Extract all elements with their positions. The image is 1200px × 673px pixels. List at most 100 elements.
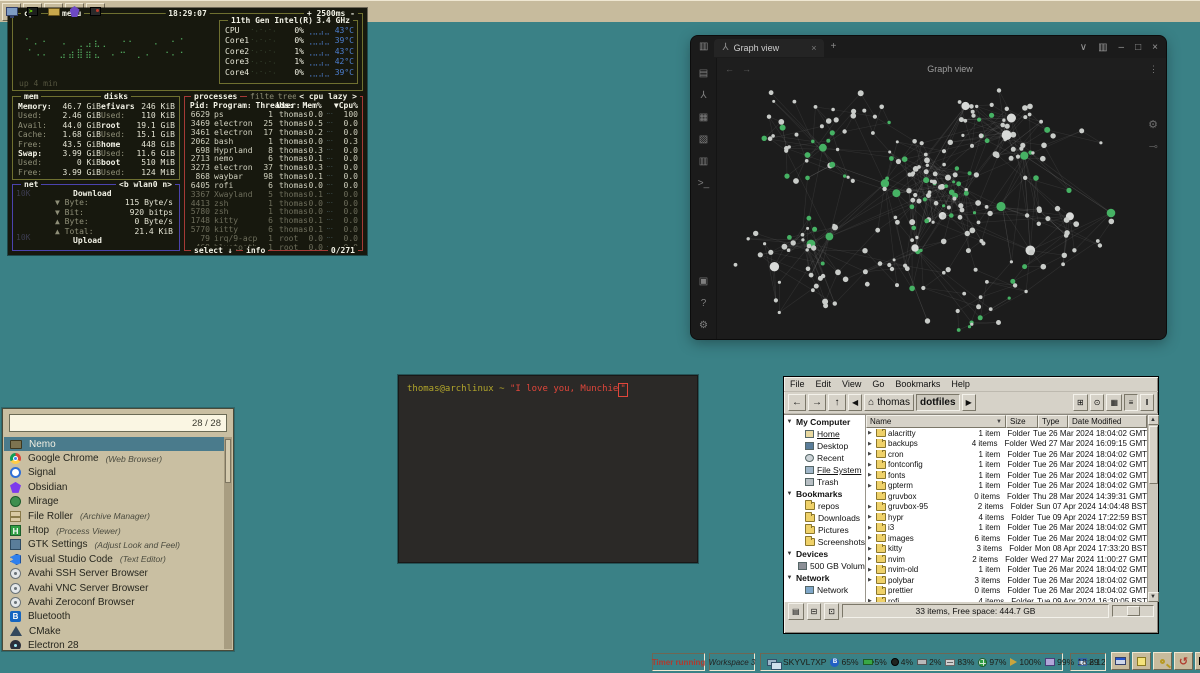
graph-settings-icon[interactable]: ⚙ [1148, 118, 1158, 131]
tree-item-trash[interactable]: Trash [784, 476, 865, 488]
obsidian-window[interactable]: ▥ ⅄ Graph view × + ∨ ▥ – □ × ▤⅄▦▧▥>_▣?⚙ … [691, 36, 1166, 339]
left-sidebar-toggle-icon[interactable]: ▥ [699, 42, 708, 52]
tree-item-bookmarks[interactable]: ▼Bookmarks [784, 488, 865, 500]
file-row[interactable]: ▶alacritty1 itemFolderTue 26 Mar 2024 18… [866, 428, 1147, 439]
tree-item-file-system[interactable]: File System [784, 464, 865, 476]
breadcrumb-home-button[interactable]: ⌂thomas [864, 394, 914, 411]
process-row[interactable]: 6405rofi6thomas0.0⠒⠂0.0 [188, 181, 359, 190]
file-row[interactable]: gruvbox0 itemsFolderThu 28 Mar 2024 14:3… [866, 491, 1147, 502]
launcher-item-obsidian[interactable]: Obsidian [4, 480, 224, 494]
tab-close-icon[interactable]: × [811, 43, 816, 53]
tree-pane-button[interactable]: ⊟ [807, 603, 822, 620]
globe-icon[interactable]: 97% [978, 657, 1006, 667]
btop-net-iface[interactable]: <b wlan0 n> [116, 180, 175, 189]
column-header-type[interactable]: Type [1038, 415, 1068, 428]
tree-item-home[interactable]: Home [784, 428, 865, 440]
launcher-item-nemo[interactable]: Nemo [4, 437, 224, 451]
disk-icon[interactable]: 83% [945, 657, 974, 667]
process-row[interactable]: 868waybar98thomas0.1⠒⠂0.0 [188, 172, 359, 181]
file-row[interactable]: ▶nvim-old1 itemFolderTue 26 Mar 2024 18:… [866, 565, 1147, 576]
launcher-item-google-chrome[interactable]: Google Chrome(Web Browser) [4, 451, 224, 465]
file-row[interactable]: ▶fontconfig1 itemFolderTue 26 Mar 2024 1… [866, 460, 1147, 471]
forward-button[interactable]: → [808, 394, 826, 411]
settings-icon[interactable]: ⚙ [699, 320, 708, 331]
tree-item-500-gb-volume[interactable]: 500 GB Volume [784, 560, 865, 572]
menu-view[interactable]: View [842, 379, 861, 389]
process-row[interactable]: 79irq/9-acpi1root0.0⠒⠂0.0 [188, 234, 359, 243]
launcher-scrollbar[interactable] [224, 437, 232, 649]
process-row[interactable]: 3469electron25thomas0.5⠒⠂0.0 [188, 119, 359, 128]
launcher-item-file-roller[interactable]: File Roller(Archive Manager) [4, 509, 224, 523]
launcher-item-electron-28[interactable]: Electron 28 [4, 638, 224, 649]
tree-item-downloads[interactable]: Downloads [784, 512, 865, 524]
launcher-scrollbar-thumb[interactable] [225, 439, 231, 483]
templates-icon[interactable]: ▥ [699, 156, 708, 167]
horizontal-scrollbar[interactable] [1112, 605, 1154, 617]
launcher-item-avahi-ssh-server-browser[interactable]: Avahi SSH Server Browser [4, 567, 224, 581]
process-row[interactable]: 5780zsh1thomas0.0⠒⠂0.0 [188, 208, 359, 217]
file-row[interactable]: ▶fonts1 itemFolderTue 26 Mar 2024 18:04:… [866, 470, 1147, 481]
list-view-button[interactable]: ≡ [1124, 394, 1138, 411]
battery-icon[interactable]: 5% [863, 657, 887, 667]
menu-bookmarks[interactable]: Bookmarks [895, 379, 940, 389]
scroll-up-icon[interactable]: ▲ [1148, 415, 1159, 425]
launcher-item-signal[interactable]: Signal [4, 466, 224, 480]
tray-keys-button[interactable] [1153, 652, 1172, 670]
icon-view-button[interactable]: ▦ [1106, 394, 1122, 411]
terminal-icon[interactable]: >_ [698, 178, 709, 189]
close-icon[interactable]: × [1152, 42, 1158, 53]
terminal-window[interactable]: thomas@archlinux ~ "I love you, Munchie" [398, 375, 698, 563]
tree-item-desktop[interactable]: Desktop [784, 440, 865, 452]
up-button[interactable]: ↑ [828, 394, 846, 411]
column-header-size[interactable]: Size [1006, 415, 1038, 428]
tab-list-icon[interactable]: ∨ [1080, 42, 1087, 53]
btop-tab-cpu-lazy[interactable]: < cpu lazy > [296, 92, 360, 101]
tree-item-recent[interactable]: Recent [784, 452, 865, 464]
graph-canvas[interactable]: ⚙ ⊸ [717, 80, 1166, 339]
file-row[interactable]: ▶nvim2 itemsFolderWed 27 Mar 2024 11:00:… [866, 554, 1147, 565]
path-scroll-left-button[interactable]: ◀ [848, 394, 862, 411]
launcher-item-gtk-settings[interactable]: GTK Settings(Adjust Look and Feel) [4, 538, 224, 552]
process-row[interactable]: 5770kitty6thomas0.1⠒⠂0.0 [188, 225, 359, 234]
menu-file[interactable]: File [790, 379, 805, 389]
launcher-item-bluetooth[interactable]: Bluetooth [4, 610, 224, 624]
tray-window-button[interactable] [1111, 652, 1130, 670]
tray-display-button[interactable] [1195, 652, 1200, 670]
file-row[interactable]: ▶backups4 itemsFolderWed 27 Mar 2024 16:… [866, 439, 1147, 450]
daily-note-icon[interactable]: ▧ [699, 134, 708, 145]
tree-item-repos[interactable]: repos [784, 500, 865, 512]
app-launcher-menu[interactable]: 28 / 28 NemoGoogle Chrome(Web Browser)Si… [2, 408, 234, 651]
btop-tab-processes[interactable]: processes [191, 92, 240, 101]
tray-notes-button[interactable] [1132, 652, 1151, 670]
process-row[interactable]: 3461electron17thomas0.2⠒⠂0.0 [188, 128, 359, 137]
right-sidebar-toggle-icon[interactable]: ▥ [1098, 42, 1107, 53]
back-icon[interactable]: ← [725, 64, 734, 74]
tab-graph-view[interactable]: ⅄ Graph view × [714, 39, 824, 57]
network-icon[interactable]: SKYVL7XP [767, 657, 826, 667]
file-list-scrollbar[interactable]: ▲ ▼ [1147, 415, 1158, 602]
taskbar-clock[interactable]: 18:29 [1070, 653, 1106, 671]
new-tab-button[interactable]: ⊞ [1073, 394, 1088, 411]
tree-item-my-computer[interactable]: ▼My Computer [784, 416, 865, 428]
tree-item-pictures[interactable]: Pictures [784, 524, 865, 536]
scrollbar-thumb[interactable] [1149, 426, 1158, 484]
scroll-down-icon[interactable]: ▼ [1148, 592, 1159, 602]
process-row[interactable]: 4413zsh1thomas0.0⠒⠂0.0 [188, 199, 359, 208]
path-scroll-right-button[interactable]: ▶ [962, 394, 976, 411]
workspace-indicator[interactable]: Workspace 3 [709, 653, 755, 671]
file-row[interactable]: ▶rofi4 itemsFolderTue 09 Apr 2024 16:30:… [866, 596, 1147, 602]
tree-item-devices[interactable]: ▼Devices [784, 548, 865, 560]
fan-icon[interactable]: 4% [891, 657, 913, 667]
volume-icon[interactable]: 100% [1010, 657, 1041, 667]
file-manager-window[interactable]: FileEditViewGoBookmarksHelp ← → ↑ ◀ ⌂tho… [783, 376, 1159, 634]
process-row[interactable]: 3367Xwayland5thomas0.1⠒⠂0.0 [188, 190, 359, 199]
btop-monitor-window[interactable]: cpu menu 18:29:07 + 2500ms - ⠁⠄⠂⠀⠠⠀⢀⣠⣆⡀⠀… [8, 8, 367, 255]
search-button[interactable]: ⊙ [1090, 394, 1105, 411]
back-button[interactable]: ← [788, 394, 806, 411]
process-row[interactable]: 2713nemo6thomas0.1⠒⠂0.0 [188, 155, 359, 164]
vault-switcher-icon[interactable]: ▣ [699, 276, 708, 287]
process-row[interactable]: 698Hyprland8thomas0.3⠒⠂0.0 [188, 146, 359, 155]
file-row[interactable]: ▶gruvbox-952 itemsFolderSun 07 Apr 2024 … [866, 502, 1147, 513]
show-hidden-button[interactable]: ⊡ [824, 603, 839, 620]
places-pane-button[interactable]: ▤ [788, 603, 804, 620]
